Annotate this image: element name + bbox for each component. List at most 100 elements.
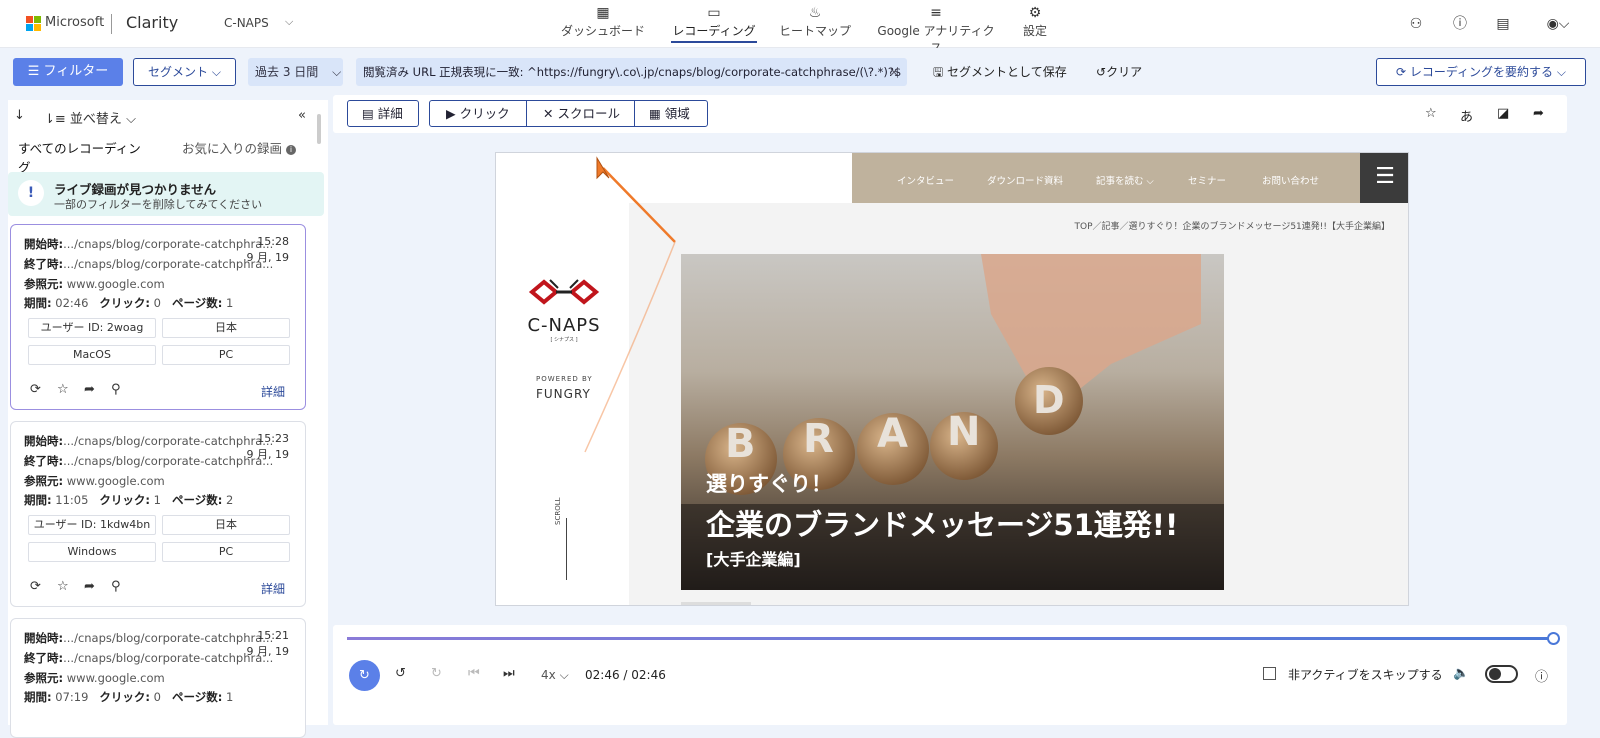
rewind-10-icon[interactable]: ↺ bbox=[395, 666, 406, 681]
ref-value: www.google.com bbox=[66, 277, 165, 291]
referrer-row: 参照元: www.google.com bbox=[24, 276, 165, 292]
project-selector[interactable]: C-NAPS bbox=[224, 16, 269, 30]
nav-settings[interactable]: ⚙ 設定 bbox=[1020, 4, 1050, 44]
star-icon[interactable]: ☆ bbox=[1425, 106, 1437, 121]
star-icon[interactable]: ☆ bbox=[57, 579, 69, 594]
clicks-label: クリック: bbox=[99, 690, 150, 704]
click-label: クリック bbox=[459, 106, 510, 121]
start-row: 開始時:.../cnaps/blog/corporate-catchphra..… bbox=[24, 630, 273, 646]
sort-icon: ⇂≡ bbox=[44, 112, 70, 127]
summarize-recordings-button[interactable]: ⟳ レコーディングを要約する ⌵ bbox=[1376, 58, 1586, 86]
detail-link[interactable]: 詳細 bbox=[261, 580, 285, 597]
no-live-recordings-notice: ! ライブ録画が見つかりません 一部のフィルターを削除してみてください bbox=[8, 172, 324, 216]
skip-inactive-checkbox[interactable] bbox=[1263, 667, 1276, 680]
nav-recordings[interactable]: ▭ レコーディング bbox=[671, 4, 757, 43]
recording-time: 15:21 bbox=[257, 629, 289, 642]
end-label: 終了時: bbox=[24, 257, 64, 271]
progress-bar[interactable] bbox=[347, 637, 1554, 640]
share-icon[interactable]: ➦ bbox=[84, 579, 95, 594]
letter-block: R bbox=[803, 416, 834, 462]
start-label: 開始時: bbox=[24, 434, 64, 448]
referrer-row: 参照元: www.google.com bbox=[24, 670, 165, 686]
autoplay-toggle[interactable] bbox=[1485, 665, 1518, 683]
end-label: 終了時: bbox=[24, 651, 64, 665]
recording-icon: ▭ bbox=[707, 5, 721, 21]
pages-label: ページ数: bbox=[171, 296, 223, 310]
clear-button[interactable]: ↺クリア bbox=[1096, 63, 1142, 80]
click-button[interactable]: ▶ クリック bbox=[429, 100, 527, 127]
app-name[interactable]: Clarity bbox=[126, 13, 178, 32]
document-icon[interactable]: ▤ bbox=[1494, 15, 1512, 33]
nav-heatmaps[interactable]: ♨ ヒートマップ bbox=[776, 4, 854, 44]
recording-card[interactable]: 開始時:.../cnaps/blog/corporate-catchphra..… bbox=[10, 421, 306, 607]
user-icon[interactable]: ⚲ bbox=[111, 382, 121, 397]
end-value: .../cnaps/blog/corporate-catchphra... bbox=[63, 257, 274, 271]
speed-selector[interactable]: 4x ⌵ bbox=[541, 668, 569, 683]
recording-card[interactable]: 開始時:.../cnaps/blog/corporate-catchphra..… bbox=[10, 618, 306, 738]
progress-handle[interactable] bbox=[1547, 632, 1560, 645]
speed-value: 4x bbox=[541, 668, 556, 682]
hero-title: 企業のブランドメッセージ51連発!! bbox=[706, 508, 1179, 542]
download-icon[interactable]: ↓ bbox=[14, 108, 25, 123]
end-label: 終了時: bbox=[24, 454, 64, 468]
tab-favorites[interactable]: お気に入りの録画 i bbox=[182, 138, 296, 165]
share-icon[interactable]: ➦ bbox=[1533, 106, 1544, 121]
nav-google-analytics[interactable]: ≡ Google アナリティクス bbox=[872, 4, 1000, 55]
recording-card[interactable]: 開始時:.../cnaps/blog/corporate-catchphra..… bbox=[10, 224, 306, 410]
heatmap-icon: ♨ bbox=[808, 5, 822, 21]
nav-label: ダッシュボード bbox=[560, 24, 645, 38]
site-nav-item: 記事を読む ⌵ bbox=[1096, 176, 1154, 187]
details-label: 詳細 bbox=[377, 106, 403, 121]
help-icon[interactable]: ⓘ bbox=[1451, 15, 1469, 33]
start-label: 開始時: bbox=[24, 237, 64, 251]
detail-link[interactable]: 詳細 bbox=[261, 383, 285, 400]
ref-label: 参照元: bbox=[24, 474, 64, 488]
volume-icon[interactable]: 🔈 bbox=[1453, 666, 1469, 681]
save-segment-button[interactable]: 🖫 セグメントとして保存 bbox=[933, 63, 1067, 84]
sidebar-scrollbar[interactable] bbox=[317, 114, 321, 144]
replay-button[interactable]: ↻ bbox=[349, 660, 380, 691]
nav-dashboard[interactable]: ▦ ダッシュボード bbox=[560, 4, 646, 44]
ref-label: 参照元: bbox=[24, 277, 64, 291]
duration-value: 11:05 bbox=[55, 493, 89, 507]
recording-date: 9 月, 19 bbox=[246, 645, 290, 658]
clicks-value: 0 bbox=[153, 296, 161, 310]
clicks-label: クリック: bbox=[99, 493, 150, 507]
filter-label: フィルター bbox=[43, 64, 109, 79]
translate-icon[interactable]: あ bbox=[1460, 106, 1473, 125]
details-button[interactable]: ▤ 詳細 bbox=[347, 100, 419, 127]
chevron-down-icon: ⌵ bbox=[1556, 65, 1566, 79]
start-row: 開始時:.../cnaps/blog/corporate-catchphra..… bbox=[24, 236, 273, 252]
sort-button[interactable]: ⇂≡ 並べ替え ⌵ bbox=[44, 108, 136, 127]
account-icon[interactable]: ◉⌵ bbox=[1545, 15, 1571, 33]
info-icon[interactable]: i bbox=[286, 144, 296, 155]
pages-value: 2 bbox=[225, 493, 234, 507]
pages-value: 1 bbox=[225, 296, 234, 310]
ai-summary-icon[interactable]: ⟳ bbox=[30, 579, 41, 594]
next-page-icon[interactable]: ⏭ bbox=[503, 666, 515, 681]
share-people-icon[interactable]: ⚇ bbox=[1407, 15, 1425, 33]
info-icon[interactable]: ⓘ bbox=[1535, 666, 1548, 685]
segment-dropdown[interactable]: セグメント ⌵ bbox=[133, 58, 236, 86]
user-icon[interactable]: ⚲ bbox=[111, 579, 121, 594]
share-icon[interactable]: ➦ bbox=[84, 382, 95, 397]
close-icon[interactable]: × bbox=[889, 58, 899, 86]
area-button[interactable]: ▦ 領域 bbox=[634, 100, 708, 127]
chevron-down-icon[interactable]: ⌵ bbox=[285, 15, 293, 29]
end-value: .../cnaps/blog/corporate-catchphra... bbox=[63, 651, 274, 665]
open-external-icon[interactable]: ◪ bbox=[1497, 106, 1509, 121]
start-value: .../cnaps/blog/corporate-catchphra... bbox=[63, 237, 274, 251]
ai-summary-icon[interactable]: ⟳ bbox=[30, 382, 41, 397]
date-range-chip[interactable]: 過去 3 日間 ⌵ bbox=[248, 58, 343, 86]
duration-label: 期間: bbox=[24, 296, 52, 310]
star-icon[interactable]: ☆ bbox=[57, 382, 69, 397]
filter-button[interactable]: ☰ フィルター bbox=[13, 58, 123, 86]
scroll-button[interactable]: ✕ スクロール bbox=[526, 100, 635, 127]
hero-subtitle: [大手企業編] bbox=[706, 550, 801, 569]
stats-row: 期間: 02:46 クリック: 0 ページ数: 1 bbox=[24, 295, 233, 311]
recording-date: 9 月, 19 bbox=[246, 448, 290, 461]
url-filter-chip[interactable]: 閲覧済み URL 正規表現に一致: ^https://fungry\.co\.j… bbox=[356, 58, 907, 86]
collapse-sidebar-icon[interactable]: « bbox=[298, 108, 306, 123]
ref-value: www.google.com bbox=[66, 671, 165, 685]
scroll-indicator: SCROLL bbox=[554, 497, 562, 525]
